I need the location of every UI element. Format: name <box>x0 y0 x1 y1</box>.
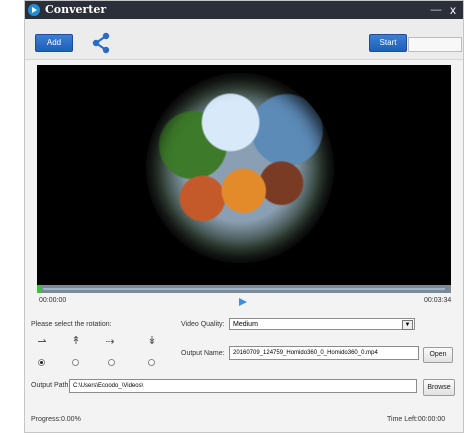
rotation-label: Please select the rotation: <box>31 321 112 328</box>
output-path-label: Output Path: <box>31 382 71 389</box>
rotate-right-icon: ⇢ <box>105 336 115 348</box>
time-left-status: Time Left:00:00:00 <box>387 416 446 423</box>
output-name-field[interactable]: 20160709_124759_Homido360_0_Homido360_0.… <box>229 346 419 360</box>
output-name-label: Output Name: <box>181 350 225 357</box>
start-button[interactable]: Start <box>369 34 407 52</box>
chevron-down-icon[interactable]: ▼ <box>402 320 413 330</box>
video-quality-value: Medium <box>233 321 258 328</box>
window-title: Converter <box>45 3 107 16</box>
seek-progress <box>37 285 42 293</box>
close-button[interactable]: x <box>445 1 461 19</box>
play-icon[interactable] <box>239 298 247 306</box>
open-button[interactable]: Open <box>423 347 453 363</box>
video-quality-select[interactable]: Medium ▼ <box>229 318 415 330</box>
converter-window: Converter — x Add Start 00:00:00 00:03:3… <box>24 0 464 433</box>
add-button[interactable]: Add <box>35 34 73 52</box>
seek-track <box>43 288 445 290</box>
rotate-up-icon: ↟ <box>71 335 81 347</box>
total-time: 00:03:34 <box>424 297 452 304</box>
rotate-none-icon: ⇀ <box>37 336 47 348</box>
video-quality-label: Video Quality: <box>181 321 225 328</box>
rotation-radio-right[interactable] <box>108 359 115 366</box>
rotation-radio-up[interactable] <box>72 359 79 366</box>
toolbar: Add Start <box>25 19 463 60</box>
video-frame-360 <box>146 73 334 263</box>
share-icon[interactable] <box>91 32 111 54</box>
rotation-radio-none[interactable] <box>38 359 45 366</box>
play-logo-icon <box>28 4 40 16</box>
rotation-radio-down[interactable] <box>148 359 155 366</box>
rotate-down-icon: ↡ <box>147 335 157 347</box>
minimize-button[interactable]: — <box>429 1 443 19</box>
output-path-field[interactable]: C:\Users\Ecoodo_\Videos\ <box>69 379 417 393</box>
current-time: 00:00:00 <box>39 297 67 304</box>
toolbar-field <box>408 37 462 52</box>
title-bar[interactable]: Converter — x <box>25 1 463 19</box>
browse-button[interactable]: Browse <box>423 379 455 396</box>
progress-status: Progress:0.00% <box>31 416 81 423</box>
video-preview[interactable] <box>37 65 451 289</box>
seek-bar[interactable] <box>37 285 451 293</box>
